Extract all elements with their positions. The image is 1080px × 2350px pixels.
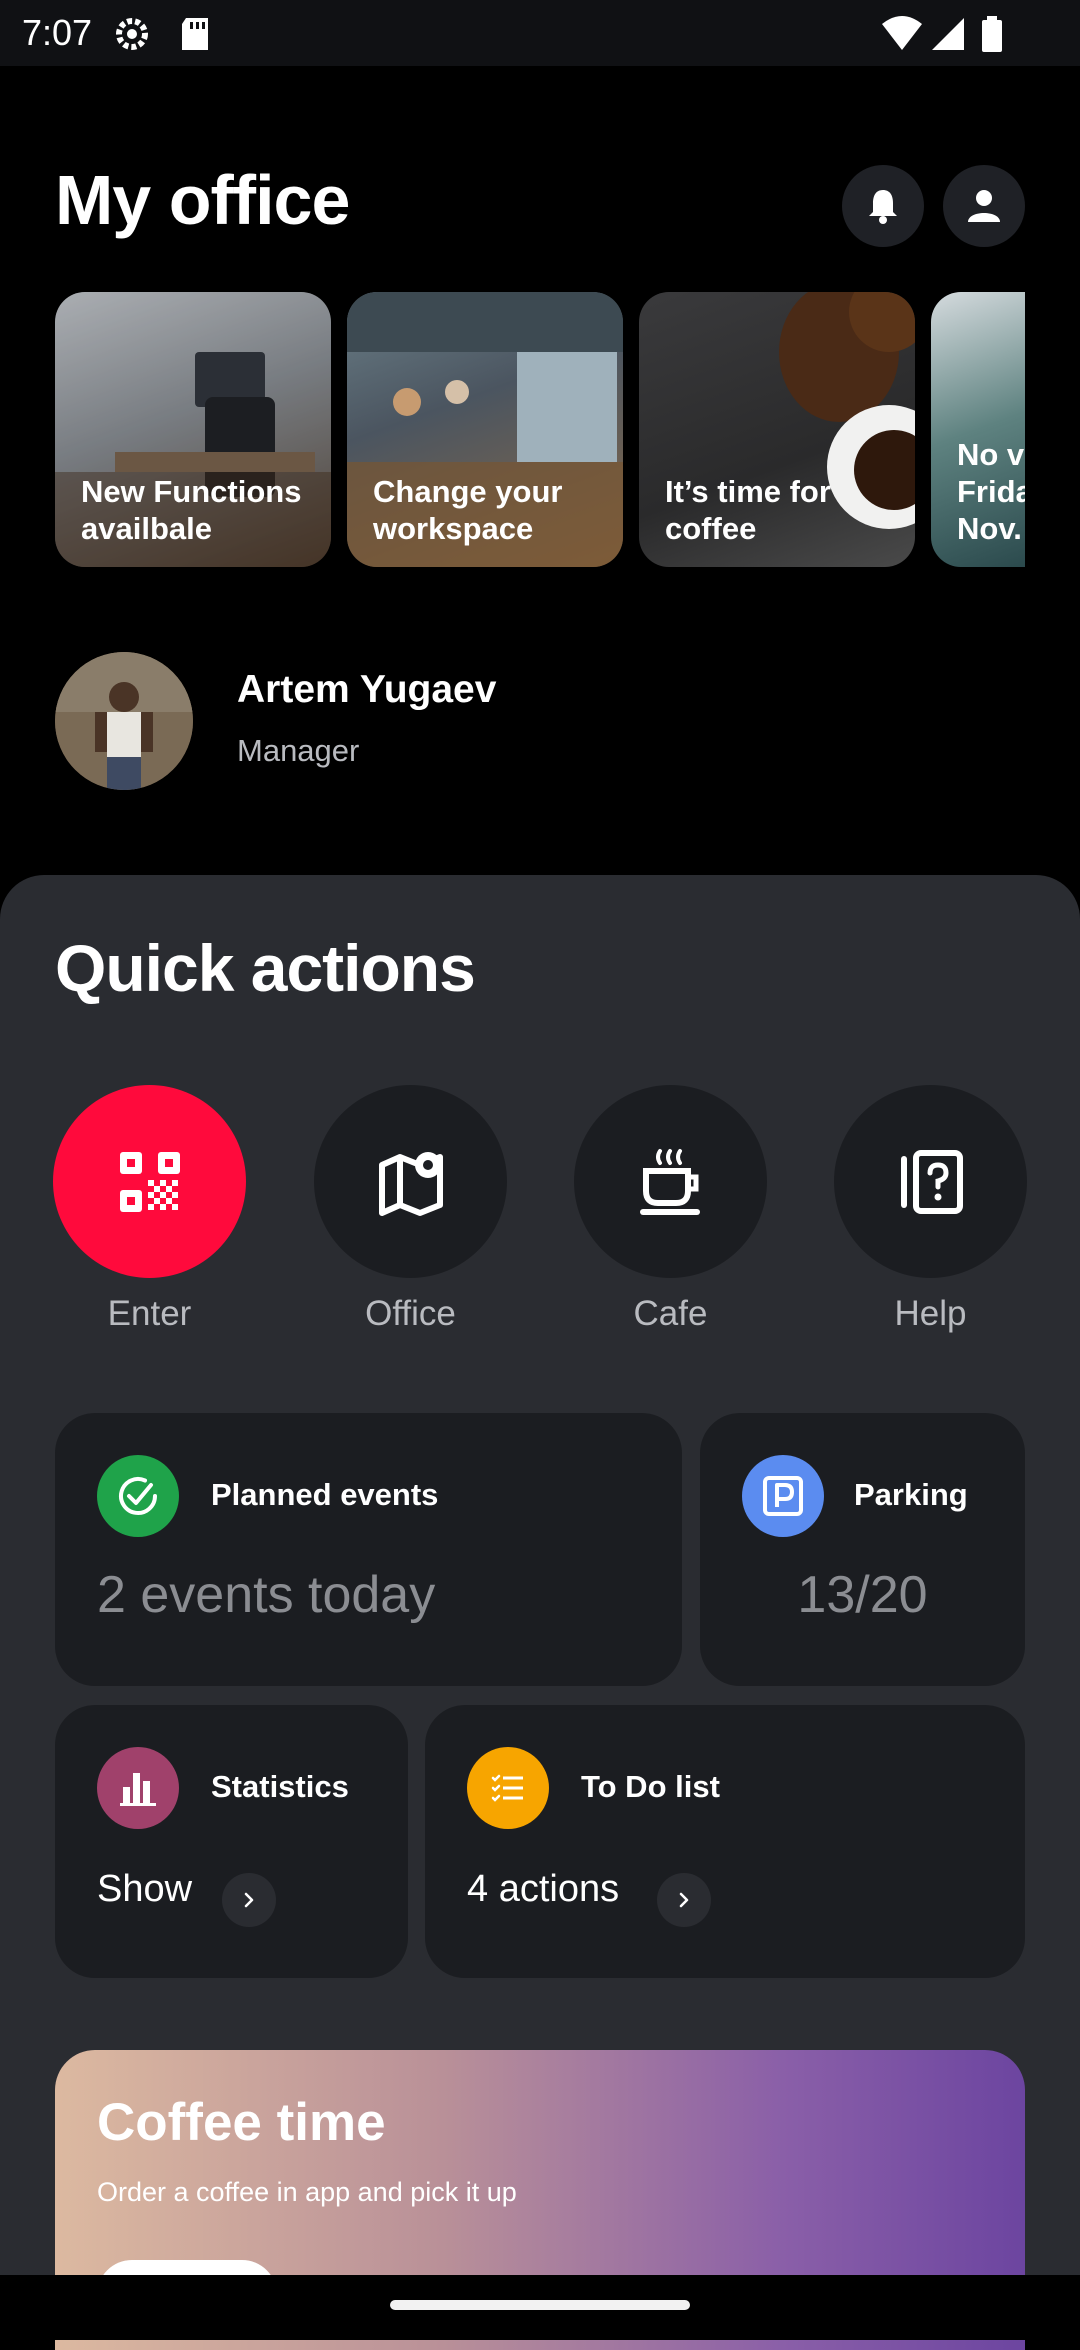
story-card-partial[interactable]: No v Frida Nov.	[931, 292, 1025, 567]
story-card-coffee[interactable]: It’s time for coffee	[639, 292, 915, 567]
parking-card[interactable]: Parking 13/20	[700, 1413, 1025, 1686]
settings-icon	[112, 14, 152, 54]
qr-code-icon	[119, 1151, 180, 1212]
profile-role: Manager	[237, 733, 360, 768]
story-label: New Functions availbale	[81, 474, 302, 546]
help-button[interactable]	[834, 1085, 1027, 1278]
coffee-cup-icon	[639, 1148, 700, 1215]
enter-label: Enter	[107, 1294, 192, 1333]
story-card-new-functions[interactable]: New Functions availbale	[55, 292, 331, 567]
statistics-link[interactable]: Show	[97, 1868, 192, 1911]
statistics-card[interactable]: Statistics Show	[55, 1705, 408, 1978]
sd-card-icon	[176, 14, 216, 54]
wifi-icon	[880, 14, 924, 54]
events-count: 2 events today	[97, 1566, 436, 1624]
coffee-subtitle: Order a coffee in app and pick it up	[97, 2177, 517, 2207]
todo-link[interactable]: 4 actions	[467, 1868, 619, 1911]
avatar-image	[55, 652, 193, 790]
status-time: 7:07	[22, 12, 93, 53]
story-label: No v Frida Nov.	[957, 437, 1025, 546]
office-label: Office	[365, 1294, 456, 1333]
chevron-right-icon[interactable]	[222, 1873, 276, 1927]
check-clock-icon	[97, 1455, 179, 1537]
coffee-title: Coffee time	[97, 2093, 386, 2152]
card-title: To Do list	[581, 1769, 720, 1804]
map-pin-icon	[378, 1151, 443, 1216]
story-card-change-workspace[interactable]: Change your workspace	[347, 292, 623, 567]
office-button[interactable]	[314, 1085, 507, 1278]
cafe-label: Cafe	[633, 1294, 708, 1333]
section-title: Quick actions	[55, 931, 476, 1005]
story-label: It’s time for coffee	[665, 474, 831, 546]
profile-name: Artem Yugaev	[237, 668, 497, 711]
profile-button[interactable]	[943, 165, 1025, 247]
bell-icon	[869, 190, 897, 224]
parking-icon	[742, 1455, 824, 1537]
list-icon	[467, 1747, 549, 1829]
cafe-button[interactable]	[574, 1085, 767, 1278]
todo-card[interactable]: To Do list 4 actions	[425, 1705, 1025, 1978]
card-title: Planned events	[211, 1477, 439, 1512]
home-handle[interactable]	[390, 2300, 690, 2310]
avatar[interactable]	[55, 652, 193, 790]
page-title: My office	[55, 161, 350, 239]
help-book-icon	[900, 1149, 963, 1214]
bar-chart-icon	[97, 1747, 179, 1829]
planned-events-card[interactable]: Planned events 2 events today	[55, 1413, 682, 1686]
card-title: Statistics	[211, 1769, 349, 1804]
parking-count: 13/20	[797, 1566, 928, 1624]
chevron-right-icon[interactable]	[657, 1873, 711, 1927]
signal-icon	[928, 14, 968, 54]
notifications-button[interactable]	[842, 165, 924, 247]
help-label: Help	[894, 1294, 967, 1333]
person-icon	[968, 190, 1000, 222]
story-label: Change your workspace	[373, 474, 563, 546]
card-title: Parking	[854, 1477, 968, 1512]
battery-icon	[978, 14, 1006, 54]
enter-button[interactable]	[53, 1085, 246, 1278]
